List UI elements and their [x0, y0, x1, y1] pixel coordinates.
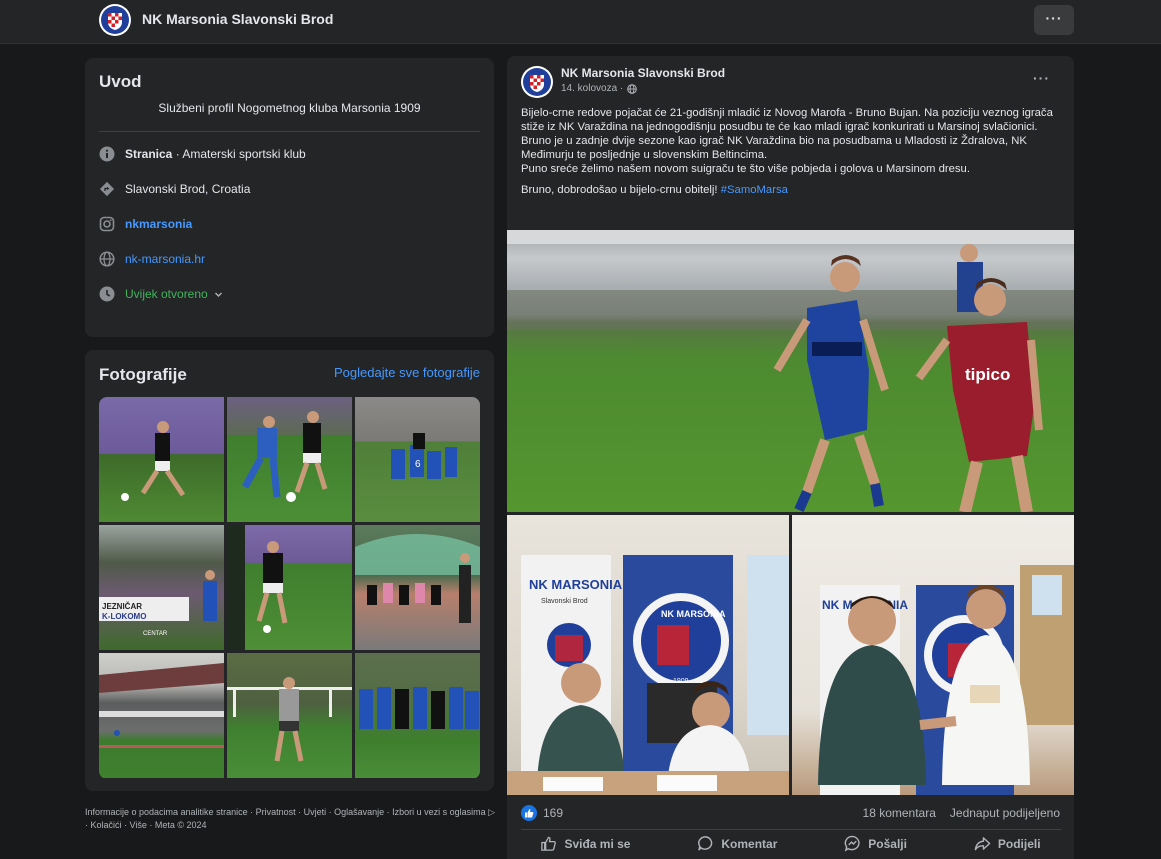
- crest-text: NK MARSONIA: [661, 609, 726, 619]
- post-paragraph: Bruno je u zadnje dvije sezone kao igrač…: [521, 135, 1027, 161]
- see-all-photos-link[interactable]: Pogledajte sve fotografije: [334, 365, 480, 380]
- photo-thumbnail[interactable]: [227, 397, 352, 522]
- info-category: Stranica · Amaterski sportski klub: [99, 145, 306, 163]
- photo-thumbnail[interactable]: [355, 653, 480, 778]
- comment-button[interactable]: Komentar: [697, 835, 777, 852]
- chevron-down-icon[interactable]: [214, 290, 223, 299]
- website-link[interactable]: nk-marsonia.hr: [125, 252, 205, 266]
- photo-grid: 6 JEZNIČAR K-LOKOMO CENTAR: [99, 397, 480, 779]
- footer-links[interactable]: Informacije o podacima analitike stranic…: [85, 806, 497, 832]
- photo-thumbnail[interactable]: [227, 653, 352, 778]
- messenger-icon: [844, 835, 861, 852]
- banner-title: NK MARSONIA: [529, 577, 623, 592]
- banner-text: K-LOKOMO: [102, 612, 146, 621]
- info-hours[interactable]: Uvijek otvoreno: [99, 285, 223, 303]
- hashtag-link[interactable]: #SamoMarsa: [721, 184, 788, 196]
- globe-icon: [627, 83, 638, 94]
- banner-text: JEZNIČAR: [102, 602, 142, 611]
- club-logo[interactable]: [520, 65, 554, 99]
- send-label: Pošalji: [868, 836, 907, 851]
- reaction-summary[interactable]: 169: [521, 805, 563, 821]
- post-image-signing[interactable]: NK MARSONIA Slavonski Brod NK MARSONIA 1…: [507, 515, 789, 795]
- share-button[interactable]: Podijeli: [974, 835, 1041, 852]
- post-paragraph: Puno sreće želimo našem novom suigraču t…: [521, 163, 970, 175]
- post-date-text[interactable]: 14. kolovoza ·: [561, 83, 623, 94]
- photo-thumbnail[interactable]: [99, 653, 224, 778]
- clock-icon: [99, 286, 115, 302]
- location-icon: [99, 181, 115, 197]
- comment-count[interactable]: 18 komentara: [863, 806, 936, 820]
- globe-icon: [99, 251, 115, 267]
- page-header: NK Marsonia Slavonski Brod ···: [0, 0, 1161, 44]
- instagram-icon: [99, 216, 115, 232]
- engagement-counts: 18 komentara Jednaput podijeljeno: [863, 806, 1060, 820]
- thumbs-up-icon: [540, 835, 557, 852]
- post-image-main[interactable]: tipico: [507, 230, 1074, 512]
- send-button[interactable]: Pošalji: [844, 835, 907, 852]
- info-icon: [99, 146, 115, 162]
- category-value: · Amaterski sportski klub: [172, 147, 306, 161]
- photo-thumbnail[interactable]: JEZNIČAR K-LOKOMO CENTAR: [99, 525, 224, 650]
- photos-card: Fotografije Pogledajte sve fotografije 6…: [85, 350, 494, 791]
- comment-icon: [697, 835, 714, 852]
- post-options-button[interactable]: ···: [1033, 70, 1050, 86]
- post-timestamp[interactable]: 14. kolovoza ·: [561, 83, 638, 94]
- post-actions: Sviđa mi se Komentar Pošalji Podijeli: [507, 835, 1074, 852]
- intro-bio: Službeni profil Nogometnog kluba Marsoni…: [158, 101, 421, 115]
- post-card: NK Marsonia Slavonski Brod 14. kolovoza …: [507, 56, 1074, 859]
- svg-text:6: 6: [415, 459, 421, 470]
- instagram-link[interactable]: nkmarsonia: [125, 217, 192, 231]
- like-button[interactable]: Sviđa mi se: [540, 835, 630, 852]
- share-count[interactable]: Jednaput podijeljeno: [950, 806, 1060, 820]
- banner-subtitle: Slavonski Brod: [541, 598, 588, 605]
- like-label: Sviđa mi se: [564, 836, 631, 851]
- thumbs-up-icon: [521, 805, 537, 821]
- shirt-sponsor-text: tipico: [965, 365, 1010, 384]
- photos-title: Fotografije: [99, 365, 187, 384]
- page-title[interactable]: NK Marsonia Slavonski Brod: [142, 11, 333, 27]
- share-icon: [974, 835, 991, 852]
- actions-divider: [521, 829, 1061, 830]
- photo-thumbnail[interactable]: [99, 397, 224, 522]
- intro-title: Uvod: [99, 72, 142, 91]
- reaction-count[interactable]: 169: [543, 806, 563, 820]
- post-author[interactable]: NK Marsonia Slavonski Brod: [561, 66, 725, 80]
- photo-thumbnail[interactable]: [227, 525, 352, 650]
- hours-text: Uvijek otvoreno: [125, 287, 208, 301]
- club-logo[interactable]: [98, 3, 132, 37]
- intro-divider: [99, 131, 480, 132]
- info-instagram[interactable]: nkmarsonia: [99, 215, 192, 233]
- location-text: Slavonski Brod, Croatia: [125, 182, 251, 196]
- post-paragraph: Bijelo-crne redove pojačat će 21-godišnj…: [521, 107, 1053, 133]
- more-options-button[interactable]: ···: [1034, 5, 1074, 35]
- share-label: Podijeli: [997, 836, 1041, 851]
- photo-thumbnail[interactable]: [355, 525, 480, 650]
- photo-thumbnail[interactable]: 6: [355, 397, 480, 522]
- post-text: Bijelo-crne redove pojačat će 21-godišnj…: [521, 106, 1061, 197]
- intro-card: Uvod Službeni profil Nogometnog kluba Ma…: [85, 58, 494, 337]
- info-location: Slavonski Brod, Croatia: [99, 180, 250, 198]
- post-paragraph: Bruno, dobrodošao u bijelo-crnu obitelj!…: [521, 183, 1061, 197]
- banner-text: CENTAR: [143, 631, 168, 637]
- category-label: Stranica: [125, 147, 173, 161]
- post-closing-text: Bruno, dobrodošao u bijelo-crnu obitelj!: [521, 184, 721, 196]
- comment-label: Komentar: [721, 836, 778, 851]
- post-image-handshake[interactable]: NK MARSONIA: [792, 515, 1074, 795]
- info-website[interactable]: nk-marsonia.hr: [99, 250, 205, 268]
